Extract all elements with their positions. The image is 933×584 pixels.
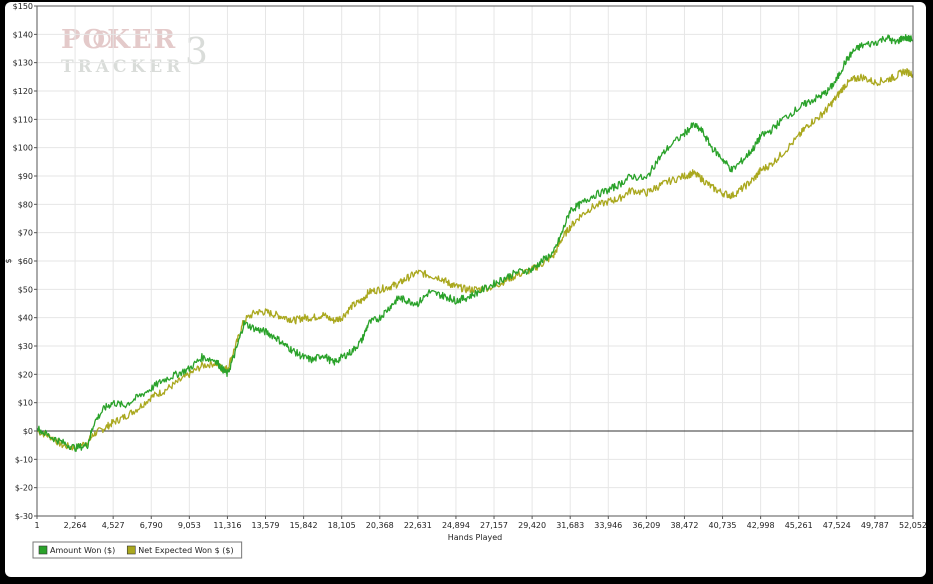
x-tick-label-19: 42,998 [747, 521, 775, 530]
x-axis-title: Hands Played [448, 533, 502, 542]
y-tick-label-2: $-10 [15, 455, 33, 464]
watermark-mark: 3 [185, 32, 208, 73]
watermark-line2: TRACKER [61, 57, 184, 77]
series-line-0 [36, 34, 914, 452]
y-tick-label-3: $0 [23, 427, 33, 436]
x-tick-label-4: 9,053 [178, 521, 201, 530]
x-tick-label-9: 20,368 [366, 521, 394, 530]
y-tick-label-10: $70 [18, 229, 33, 238]
x-tick-label-10: 22,631 [404, 521, 432, 530]
x-axis-ticks: 1 2,264 4,527 6,790 9,053 11,316 13,579 15,842 1… [34, 516, 926, 530]
y-tick-label-14: $110 [13, 115, 33, 124]
y-tick-label-15: $120 [13, 87, 33, 96]
legend-label-0: Amount Won ($) [50, 546, 115, 555]
pokertracker-watermark: POKER 3 TRACKER [61, 25, 208, 77]
x-tick-label-0: 1 [34, 521, 39, 530]
y-tick-label-16: $130 [13, 59, 33, 68]
y-axis-title: $ [5, 258, 13, 263]
y-tick-label-1: $-20 [15, 484, 33, 493]
y-tick-label-7: $40 [18, 314, 33, 323]
x-tick-label-1: 2,264 [64, 521, 87, 530]
series-lines [36, 34, 914, 452]
x-tick-label-3: 6,790 [140, 521, 163, 530]
x-tick-label-7: 15,842 [290, 521, 318, 530]
x-tick-label-14: 31,683 [556, 521, 584, 530]
y-tick-label-11: $80 [18, 200, 33, 209]
x-tick-label-15: 33,946 [594, 521, 622, 530]
legend-label-1: Net Expected Won $ ($) [138, 546, 233, 555]
x-tick-label-5: 11,316 [213, 521, 241, 530]
y-tick-label-0: $-30 [15, 512, 33, 521]
y-tick-label-9: $60 [18, 257, 33, 266]
y-axis-ticks: $-30 $-20 $-10 $0 $10 $20 $30 $40 $50 $60 $70 $80 $9… [13, 2, 37, 521]
x-tick-label-17: 38,472 [670, 521, 698, 530]
x-tick-label-18: 40,735 [709, 521, 737, 530]
y-tick-label-4: $10 [18, 399, 33, 408]
watermark-line1: POKER [61, 25, 177, 55]
y-tick-label-13: $100 [13, 144, 33, 153]
x-tick-label-11: 24,894 [442, 521, 470, 530]
x-tick-label-22: 49,787 [861, 521, 889, 530]
y-tick-label-8: $50 [18, 285, 33, 294]
x-tick-label-20: 45,261 [785, 521, 813, 530]
y-tick-label-12: $90 [18, 172, 33, 181]
x-tick-label-12: 27,157 [480, 521, 508, 530]
series-line-1 [36, 68, 914, 452]
x-tick-label-16: 36,209 [632, 521, 660, 530]
legend-swatch-0 [38, 545, 48, 555]
x-tick-label-21: 47,524 [823, 521, 851, 530]
x-tick-label-8: 18,105 [328, 521, 356, 530]
legend-swatch-1 [126, 545, 136, 555]
legend: Amount Won ($) Net Expected Won $ ($) [32, 541, 243, 559]
x-tick-label-23: 52,052 [899, 521, 926, 530]
y-tick-label-5: $20 [18, 370, 33, 379]
x-tick-label-2: 4,527 [102, 521, 125, 530]
y-tick-label-6: $30 [18, 342, 33, 351]
x-tick-label-13: 29,420 [518, 521, 546, 530]
y-tick-label-17: $140 [13, 30, 33, 39]
chart-window: POKER 3 TRACKER $-30 $-20 $-10 $0 $10 $20 $30 $… [5, 2, 926, 577]
x-tick-label-6: 13,579 [252, 521, 280, 530]
chart: POKER 3 TRACKER $-30$-20$-10$0$10$20$30$… [5, 2, 926, 559]
y-tick-label-18: $150 [13, 2, 33, 11]
grid [36, 5, 914, 517]
